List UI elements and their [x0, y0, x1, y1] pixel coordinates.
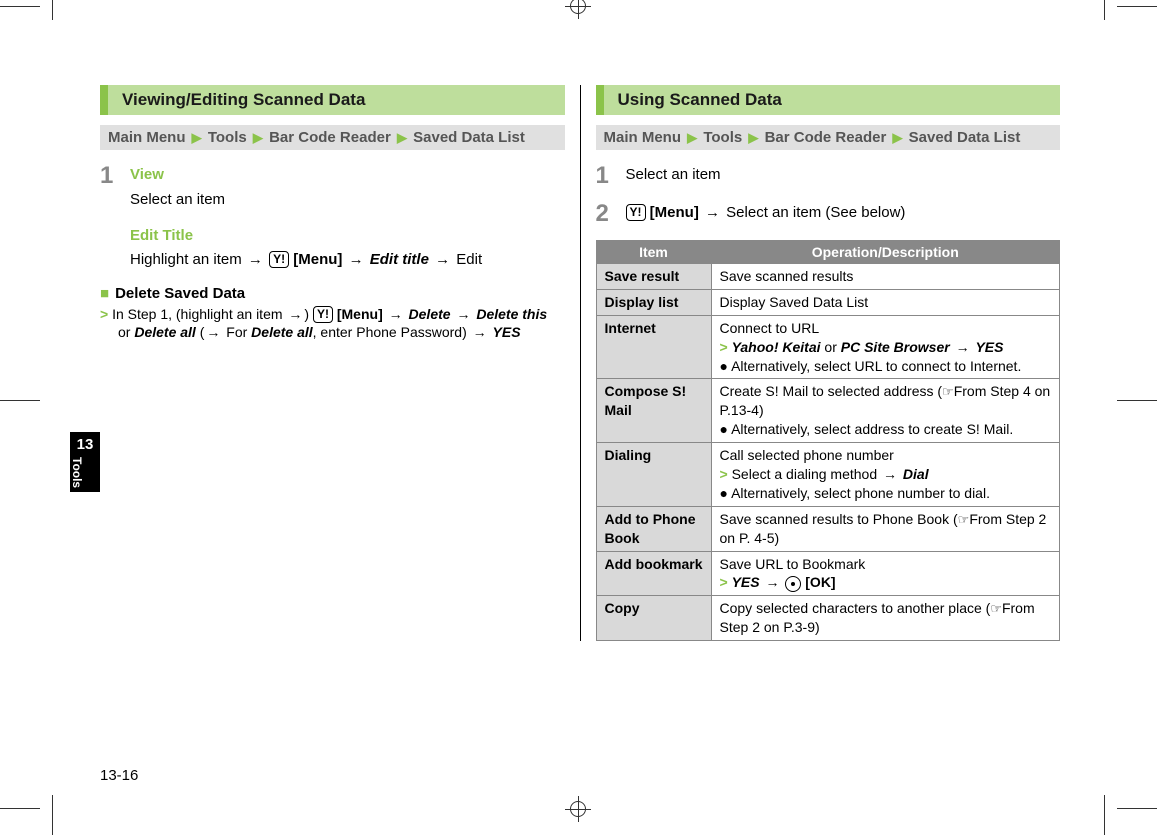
th-item: Item [596, 241, 711, 264]
nav-path-left: Main Menu ▶ Tools ▶ Bar Code Reader ▶ Sa… [100, 125, 565, 150]
ref-icon: ☞ [942, 384, 954, 399]
left-step-1: 1 View Select an item Edit Title Highlig… [100, 164, 565, 271]
right-column: Using Scanned Data Main Menu ▶ Tools ▶ B… [581, 85, 1061, 641]
th-desc: Operation/Description [711, 241, 1060, 264]
banner-text: Using Scanned Data [618, 90, 782, 110]
chapter-label: Tools [70, 457, 84, 488]
section-banner-left: Viewing/Editing Scanned Data [100, 85, 565, 115]
side-chapter-tab: 13 Tools [70, 432, 100, 492]
left-column: Viewing/Editing Scanned Data Main Menu ▶… [100, 85, 580, 641]
view-subhead: View [130, 164, 565, 186]
banner-text: Viewing/Editing Scanned Data [122, 90, 365, 110]
y-key-icon: Y! [626, 204, 646, 221]
nav-path-right: Main Menu ▶ Tools ▶ Bar Code Reader ▶ Sa… [596, 125, 1061, 150]
y-key-icon: Y! [313, 306, 333, 323]
ref-icon: ☞ [958, 512, 970, 527]
ok-key-icon [785, 576, 801, 592]
edit-title-subhead: Edit Title [130, 225, 565, 247]
chapter-number: 13 [70, 432, 100, 453]
operations-table: Item Operation/Description Save result S… [596, 240, 1061, 641]
right-step-2: 2 Y! [Menu] → Select an item (See below) [596, 202, 1061, 226]
right-step-1: 1 Select an item [596, 164, 1061, 188]
section-banner-right: Using Scanned Data [596, 85, 1061, 115]
ref-icon: ☞ [990, 601, 1002, 616]
view-text: Select an item [130, 189, 565, 211]
delete-header: Delete Saved Data [100, 285, 565, 302]
delete-body: > In Step 1, (highlight an item →) Y! [M… [100, 306, 565, 340]
edit-title-line: Highlight an item → Y! [Menu] → Edit tit… [130, 249, 565, 271]
page-number: 13-16 [100, 767, 138, 784]
y-key-icon: Y! [269, 251, 289, 268]
